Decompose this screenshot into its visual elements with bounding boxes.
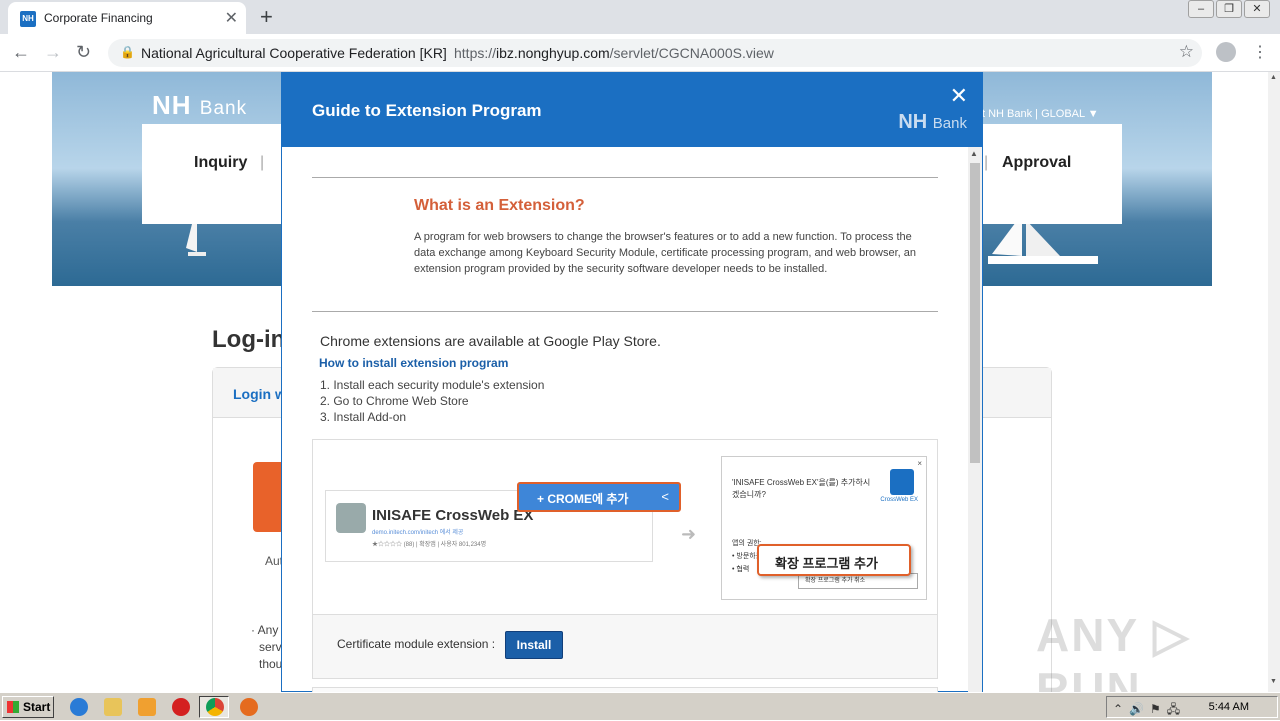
minimize-icon[interactable]: – (1188, 0, 1214, 18)
tray-icons[interactable]: ⌃🔊⚑🖧 (1113, 700, 1186, 721)
tab-strip: NH Corporate Financing ✕ + – ❐ ✕ (0, 0, 1280, 34)
list-item: 2. Go to Chrome Web Store (320, 394, 469, 408)
puzzle-icon (336, 503, 366, 533)
page-scrollbar[interactable]: ▲ ▼ (1268, 72, 1280, 692)
nav-separator: | (260, 154, 265, 171)
install-button[interactable]: Install (505, 631, 563, 659)
opera-icon[interactable] (172, 698, 190, 716)
notice-text: · Any serv thou (251, 623, 283, 671)
start-button[interactable]: Start (2, 696, 54, 718)
favicon-icon: NH (20, 11, 36, 27)
dialog-question: 'INISAFE CrossWeb EX'을(를) 추가하시겠습니까? (732, 478, 871, 499)
ie-icon[interactable] (70, 698, 88, 716)
top-links[interactable]: t NH Bank | GLOBAL ▼ (982, 108, 1099, 120)
modal-body: What is an Extension? A program for web … (282, 147, 968, 692)
divider (312, 311, 938, 312)
steps-list: 1. Install each security module's extens… (320, 377, 544, 425)
share-icon: < (661, 489, 669, 504)
modal-nh-logo: NH Bank (898, 111, 967, 133)
dialog-lock-label: CrossWeb EX (880, 497, 918, 503)
list-item: 3. Install Add-on (320, 410, 407, 424)
list-item: 1. Install each security module's extens… (320, 378, 545, 392)
taskbar: Start ⌃🔊⚑🖧 5:44 AM (0, 692, 1280, 720)
certificate-row: Certificate module extension : Install (312, 615, 938, 679)
add-extension-label: 확장 프로그램 추가 (775, 556, 878, 571)
lock-icon[interactable]: 🔒 (120, 45, 135, 59)
profile-avatar-icon[interactable] (1216, 42, 1236, 62)
arrow-right-icon: ➜ (681, 524, 697, 544)
chrome-icon (206, 698, 224, 716)
forward-icon[interactable]: → (44, 42, 62, 63)
restore-icon[interactable]: ❐ (1216, 0, 1242, 18)
browser-menu-icon[interactable]: ⋮ (1252, 42, 1268, 62)
modal-scrollbar[interactable]: ▲ (968, 147, 982, 692)
folder-icon[interactable] (104, 698, 122, 716)
clock: 5:44 AM (1208, 701, 1249, 713)
windows-logo-icon (7, 701, 19, 713)
tab-close-icon[interactable]: ✕ (225, 8, 238, 28)
lock-icon (890, 469, 914, 495)
modal-header: Guide to Extension Program ✕ NH Bank (282, 73, 982, 147)
anyrun-watermark: ANY ▷ RUN (1036, 609, 1191, 692)
section-title: What is an Extension? (414, 197, 585, 214)
system-tray: ⌃🔊⚑🖧 5:44 AM (1106, 696, 1278, 718)
add-to-chrome-label: + CROME에 추가 (537, 492, 629, 506)
scroll-down-icon[interactable]: ▼ (1270, 678, 1277, 685)
section-description: A program for web browsers to change the… (414, 231, 917, 275)
toolbar: ← → ↻ 🔒 National Agricultural Cooperativ… (0, 34, 1280, 72)
extension-guide-modal: Guide to Extension Program ✕ NH Bank Wha… (281, 72, 983, 692)
dialog-close-icon: × (917, 459, 922, 468)
nav-separator: | (984, 154, 989, 171)
add-extension-dialog-image: × 'INISAFE CrossWeb EX'을(를) 추가하시겠습니까? Cr… (721, 456, 927, 600)
certificate-label: Certificate module extension : (337, 637, 496, 651)
scroll-thumb[interactable] (970, 163, 980, 463)
store-extension-name: INISAFE CrossWeb EX (372, 507, 534, 524)
window-controls: – ❐ ✕ (1186, 0, 1270, 18)
store-extension-url: demo.initech.com/initech 에서 제공 (372, 530, 464, 536)
how-to-title: How to install extension program (319, 356, 509, 370)
chrome-taskbar-button[interactable] (199, 696, 229, 718)
tab-title: Corporate Financing (44, 11, 153, 25)
firefox-icon[interactable] (240, 698, 258, 716)
back-icon[interactable]: ← (12, 42, 30, 63)
tab-login[interactable]: Login w (233, 386, 286, 402)
media-player-icon[interactable] (138, 698, 156, 716)
nh-bank-logo[interactable]: NH Bank (152, 90, 247, 121)
divider (312, 177, 938, 178)
url-text: https://ibz.nonghyup.com/servlet/CGCNA00… (454, 45, 774, 61)
chrome-store-text: Chrome extensions are available at Googl… (320, 333, 661, 349)
site-identity: National Agricultural Cooperative Federa… (141, 45, 447, 61)
scroll-up-icon[interactable]: ▲ (970, 149, 978, 158)
address-bar[interactable]: 🔒 National Agricultural Cooperative Fede… (108, 39, 1202, 67)
instruction-illustration: INISAFE CrossWeb EX demo.initech.com/ini… (312, 439, 938, 615)
modal-title: Guide to Extension Program (312, 101, 542, 120)
page-content: NH Bank t NH Bank | GLOBAL ▼ Inquiry | |… (0, 72, 1268, 692)
add-extension-callout: 확장 프로그램 추가 (757, 544, 911, 576)
bookmark-star-icon[interactable]: ☆ (1179, 42, 1194, 62)
modal-close-icon[interactable]: ✕ (950, 83, 968, 109)
new-tab-icon[interactable]: + (260, 4, 273, 30)
page-title: Log-in (212, 326, 286, 353)
reload-icon[interactable]: ↻ (76, 42, 91, 63)
nav-approval[interactable]: Approval (1002, 154, 1071, 172)
browser-tab[interactable]: NH Corporate Financing ✕ (8, 2, 246, 34)
nav-inquiry[interactable]: Inquiry (194, 154, 247, 172)
window-close-icon[interactable]: ✕ (1244, 0, 1270, 18)
store-rating: ★☆☆☆☆ (88) | 확장앱 | 사용자 801,234명 (372, 542, 487, 548)
scroll-up-icon[interactable]: ▲ (1270, 74, 1277, 81)
add-to-chrome-callout: + CROME에 추가 < (517, 482, 681, 512)
